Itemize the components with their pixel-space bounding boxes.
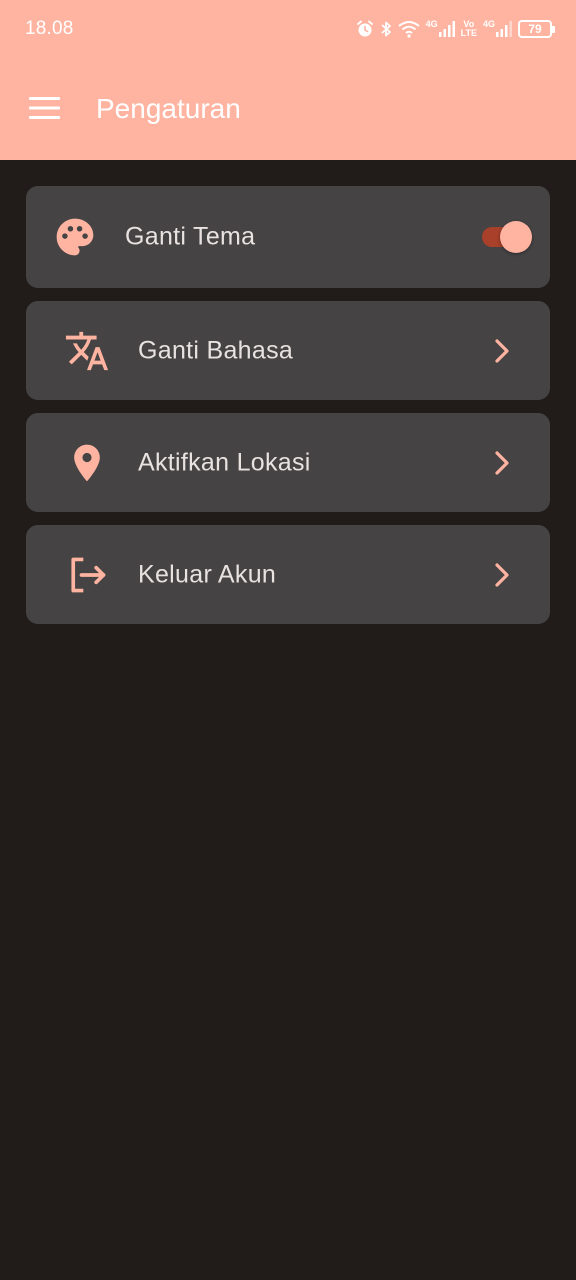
theme-toggle[interactable] [480,220,532,254]
menu-button[interactable] [22,85,68,131]
settings-item-label: Aktifkan Lokasi [138,448,311,476]
translate-icon [64,328,110,374]
alarm-icon [356,20,374,38]
status-bar: 18.08 4G Vo LTE 4G 79 [0,0,576,60]
logout-icon [64,552,110,598]
network-label-2: 4G [482,19,495,29]
top-header: 18.08 4G Vo LTE 4G 79 Pengaturan [0,0,576,160]
settings-item-location[interactable]: Aktifkan Lokasi [26,413,550,512]
battery-icon: 79 [518,20,555,38]
settings-item-label: Ganti Bahasa [138,336,294,364]
battery-level: 79 [528,22,542,36]
settings-item-logout[interactable]: Keluar Akun [26,525,550,624]
toggle-thumb [500,221,532,253]
settings-list: Ganti Tema Ganti Bahasa Aktifkan Lokasi [26,186,550,624]
settings-item-label: Keluar Akun [138,560,277,588]
hamburger-menu-icon [29,97,60,119]
status-time: 18.08 [25,18,74,39]
location-pin-icon [64,440,110,486]
settings-item-label: Ganti Tema [125,222,256,251]
settings-item-theme[interactable]: Ganti Tema [26,186,550,288]
app-bar: Pengaturan [0,60,576,160]
palette-icon [52,214,98,260]
chevron-right-icon [488,561,516,589]
signal-2: 4G [483,20,512,38]
settings-item-language[interactable]: Ganti Bahasa [26,301,550,400]
chevron-right-icon [488,337,516,365]
network-label-1: 4G [425,19,438,29]
bluetooth-icon [380,20,392,38]
signal-1: 4G [426,20,455,38]
wifi-icon [398,20,420,38]
signal-bars-icon [438,21,455,37]
volte-bottom: LTE [460,28,477,38]
volte-indicator: Vo LTE [461,20,477,38]
status-icons: 4G Vo LTE 4G 79 [356,16,555,42]
page-title: Pengaturan [96,93,241,124]
signal-bars-icon [496,21,512,37]
chevron-right-icon [488,449,516,477]
